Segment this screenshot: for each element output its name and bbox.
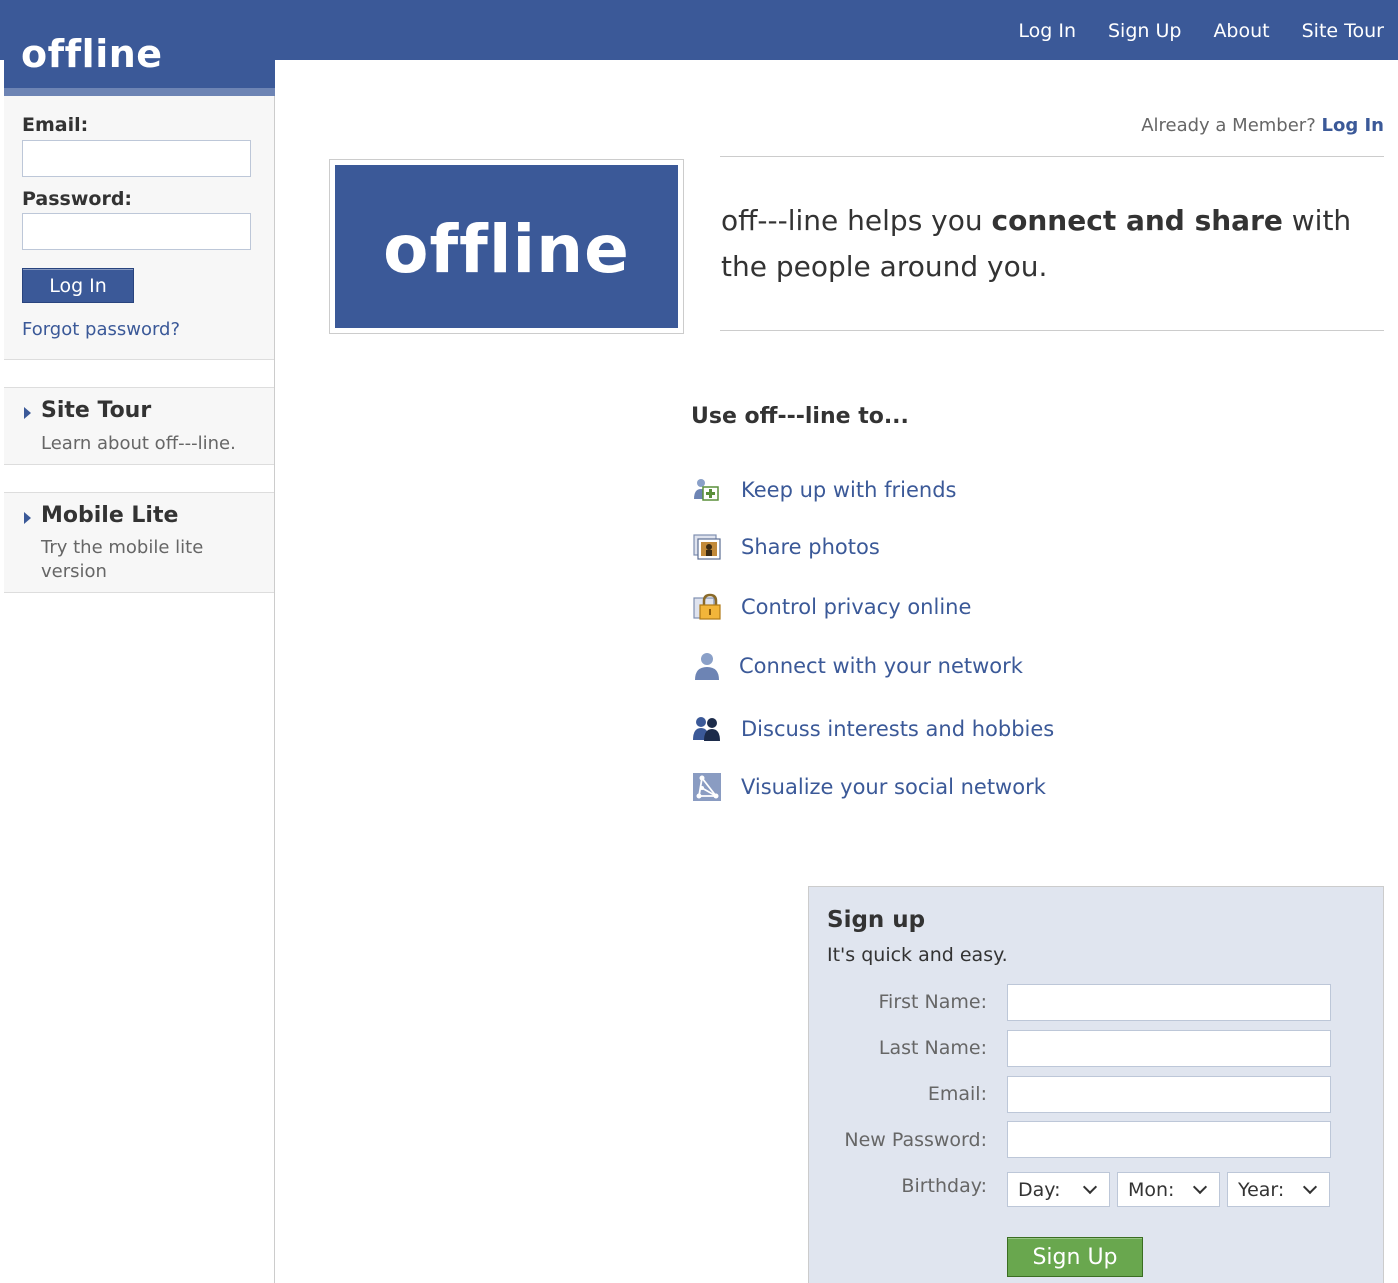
feature-share-photos[interactable]: Share photos xyxy=(691,531,880,563)
feature-keep-up-with-friends[interactable]: Keep up with friends xyxy=(691,474,956,506)
nav-sign-up[interactable]: Sign Up xyxy=(1108,20,1181,42)
select-value: Day: xyxy=(1018,1178,1061,1201)
nav-log-in[interactable]: Log In xyxy=(1018,20,1076,42)
select-value: Year: xyxy=(1238,1178,1285,1201)
chevron-down-icon xyxy=(1082,1179,1098,1195)
sidebar-card-title: Site Tour xyxy=(41,398,152,423)
feature-text: Share photos xyxy=(741,535,880,559)
already-member: Already a Member? Log In xyxy=(1141,115,1384,136)
feature-visualize-network[interactable]: Visualize your social network xyxy=(691,771,1046,803)
tagline: off---line helps you connect and share w… xyxy=(721,198,1381,290)
triangle-right-icon xyxy=(24,407,31,419)
sidebar: offline Email: Password: Log In Forgot p… xyxy=(4,0,275,1283)
group-icon xyxy=(691,713,723,745)
person-icon xyxy=(691,650,723,682)
feature-text: Connect with your network xyxy=(739,654,1023,678)
already-member-login-link[interactable]: Log In xyxy=(1322,115,1385,136)
features-heading: Use off---line to... xyxy=(691,404,909,429)
tagline-pre: off---line helps you xyxy=(721,204,992,237)
site-logo: offline xyxy=(21,32,163,76)
feature-connect-network[interactable]: Connect with your network xyxy=(691,650,1023,682)
last-name-input[interactable] xyxy=(1007,1030,1331,1067)
feature-text: Visualize your social network xyxy=(741,775,1046,799)
signup-email-label: Email: xyxy=(927,1083,987,1105)
feature-text: Control privacy online xyxy=(741,595,972,619)
top-nav: Log In Sign Up About Site Tour xyxy=(1018,20,1384,42)
new-password-label: New Password: xyxy=(844,1129,987,1151)
birthday-day-select[interactable]: Day: xyxy=(1007,1172,1110,1207)
new-password-input[interactable] xyxy=(1007,1121,1331,1158)
photos-icon xyxy=(691,531,723,563)
feature-text: Keep up with friends xyxy=(741,478,957,502)
friends-add-icon xyxy=(691,474,723,506)
divider xyxy=(720,330,1384,331)
feature-discuss-interests[interactable]: Discuss interests and hobbies xyxy=(691,713,1054,745)
sidebar-card-site-tour[interactable]: Site Tour Learn about off---line. xyxy=(4,387,274,465)
birthday-month-select[interactable]: Mon: xyxy=(1117,1172,1220,1207)
feature-control-privacy[interactable]: Control privacy online xyxy=(691,591,971,623)
sidebar-card-title: Mobile Lite xyxy=(41,503,179,528)
logo-box[interactable]: offline xyxy=(4,0,275,96)
network-graph-icon xyxy=(691,771,723,803)
login-email-input[interactable] xyxy=(22,140,251,177)
sidebar-card-desc: Try the mobile lite version xyxy=(41,537,204,582)
big-logo-frame: offline xyxy=(329,159,684,334)
select-value: Mon: xyxy=(1128,1178,1175,1201)
signup-email-input[interactable] xyxy=(1007,1076,1331,1113)
login-password-input[interactable] xyxy=(22,213,251,250)
sidebar-card-mobile-lite[interactable]: Mobile Lite Try the mobile lite version xyxy=(4,492,274,593)
chevron-down-icon xyxy=(1302,1179,1318,1195)
password-label: Password: xyxy=(22,188,133,210)
nav-about[interactable]: About xyxy=(1213,20,1269,42)
first-name-input[interactable] xyxy=(1007,984,1331,1021)
tagline-bold: connect and share xyxy=(991,204,1283,237)
chevron-down-icon xyxy=(1192,1179,1208,1195)
forgot-password-link[interactable]: Forgot password? xyxy=(22,319,180,340)
triangle-right-icon xyxy=(24,512,31,524)
signup-title: Sign up xyxy=(827,907,926,933)
big-logo-text: offline xyxy=(383,211,630,288)
email-label: Email: xyxy=(22,114,89,136)
birthday-year-select[interactable]: Year: xyxy=(1227,1172,1330,1207)
signup-subtitle: It's quick and easy. xyxy=(827,944,1008,966)
last-name-label: Last Name: xyxy=(878,1037,987,1059)
signup-button[interactable]: Sign Up xyxy=(1007,1237,1143,1277)
login-button[interactable]: Log In xyxy=(22,268,134,303)
birthday-label: Birthday: xyxy=(901,1175,987,1197)
first-name-label: First Name: xyxy=(878,991,987,1013)
signup-box: Sign up It's quick and easy. First Name:… xyxy=(808,886,1384,1283)
sidebar-card-desc: Learn about off---line. xyxy=(41,433,236,454)
feature-text: Discuss interests and hobbies xyxy=(741,717,1055,741)
login-box: Email: Password: Log In Forgot password? xyxy=(4,96,274,360)
nav-site-tour[interactable]: Site Tour xyxy=(1302,20,1384,42)
big-logo: offline xyxy=(335,165,678,328)
already-member-text: Already a Member? xyxy=(1141,115,1316,136)
divider xyxy=(720,156,1384,157)
lock-icon xyxy=(691,591,723,623)
